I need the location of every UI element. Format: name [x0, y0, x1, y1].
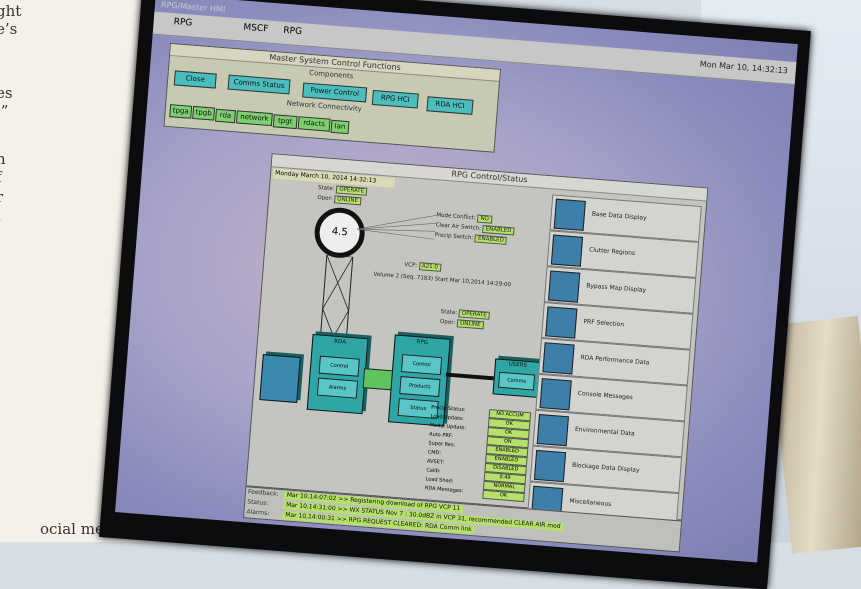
panel-label: Bypass Map Display	[585, 282, 647, 295]
net-button-network[interactable]: network	[235, 110, 273, 127]
state-label: State:	[317, 184, 335, 193]
console-icon	[539, 378, 572, 411]
panel-label: Miscellaneous	[569, 497, 612, 508]
net-button-rda[interactable]: rda	[214, 108, 236, 124]
page-text-line: n	[0, 150, 6, 168]
monitor: RPG/Master HMI RPG MSCF RPG Mon Mar 10, …	[99, 0, 811, 589]
bypass-map-icon	[548, 270, 581, 303]
status-label: Load Shed:	[425, 476, 454, 485]
menu-item-rpg-2[interactable]: RPG	[283, 26, 302, 37]
net-button-tpga[interactable]: tpga	[169, 104, 193, 119]
oper-label: Oper:	[317, 194, 333, 203]
panel-label: Environmental Data	[574, 425, 635, 438]
feedback-label: Feedback:	[247, 488, 279, 498]
vcp-label: VCP:	[404, 261, 418, 269]
status-label: Status:	[246, 498, 269, 508]
rda-rpg-link	[362, 368, 395, 391]
components-label: Components	[308, 68, 354, 81]
radar-image-icon[interactable]	[259, 354, 301, 403]
clutter-map-icon	[550, 234, 584, 267]
clock: Mon Mar 10, 14:32:13	[699, 59, 789, 76]
status-label: CMD:	[427, 449, 442, 457]
page-text-line: es	[0, 84, 13, 102]
rda-oper-field: Oper: ONLINE	[439, 318, 484, 330]
rpg-products-button[interactable]: Products	[399, 376, 441, 398]
rda-box[interactable]: RDA Control Alarms	[306, 333, 369, 415]
rda-control-button[interactable]: Control	[318, 355, 360, 377]
rda-oper-label: Oper:	[439, 318, 456, 327]
vcp-value: A21.0	[418, 262, 442, 272]
page-text-line: ght	[0, 2, 22, 20]
panel-label: Clutter Regions	[588, 246, 636, 258]
rpg-hci-button[interactable]: RPG HCI	[371, 89, 419, 109]
net-button-tpgt[interactable]: tpgt	[272, 114, 298, 130]
users-comms-button[interactable]: Comms	[497, 371, 536, 391]
status-label: Precip Status:	[431, 404, 466, 414]
vcp-field: VCP: A21.0	[404, 261, 442, 272]
alarms-label: Alarms:	[246, 508, 270, 518]
page-text-line: r	[0, 188, 3, 206]
panel-label: Base Data Display	[591, 210, 647, 222]
status-value: OK	[482, 489, 525, 503]
status-label: Load Update:	[430, 413, 465, 423]
oper-value: ONLINE	[333, 195, 362, 206]
rpg-control-status-window: RPG Control/Status Monday March 10, 2014…	[245, 153, 709, 526]
precip-label: Precip Switch:	[434, 232, 474, 242]
rpg-users-link	[445, 372, 496, 381]
status-label: RDA Messages:	[424, 485, 464, 495]
status-table: Precip Status: NO ACCUM Load Update: OK Mo…	[424, 404, 532, 503]
close-button[interactable]: Close	[173, 70, 217, 89]
clear-air-label: Clear Air Switch:	[435, 222, 482, 232]
status-label: Auto PRF:	[428, 431, 454, 440]
users-box-label: USERS	[508, 361, 528, 369]
mode-conflict-value[interactable]: NO	[477, 214, 493, 224]
screen: RPG/Master HMI RPG MSCF RPG Mon Mar 10, …	[115, 0, 798, 563]
rpg-box-label: RPG	[416, 339, 429, 347]
panel-label: Console Messages	[577, 389, 634, 402]
power-control-button[interactable]: Power Control	[302, 82, 368, 103]
radar-beam-lines	[356, 215, 437, 240]
oper-field: Oper: ONLINE	[317, 194, 362, 206]
page-text-line: e’s	[0, 20, 18, 38]
rda-state-value: OPERATE	[458, 309, 490, 320]
environment-icon	[536, 413, 569, 447]
performance-icon	[542, 342, 575, 375]
rda-box-label: RDA	[333, 338, 347, 346]
state-value: OPERATE	[335, 185, 368, 196]
comms-status-button[interactable]: Comms Status	[227, 74, 291, 95]
status-label: AVSET:	[426, 458, 445, 466]
panel-label: PRF Selection	[583, 318, 625, 329]
master-control-window: Master System Control Functions Componen…	[163, 42, 502, 153]
radar-image-icon	[553, 198, 586, 231]
elevation-value: 4.5	[331, 226, 349, 239]
menu-item-rpg[interactable]: RPG	[173, 17, 192, 28]
net-button-tpgb[interactable]: tpgb	[192, 105, 216, 121]
volume-text: Volume 2 (Seq. 7183) Start Mar 10,2014 1…	[373, 271, 512, 289]
prf-icon	[545, 306, 578, 339]
menu-item-mscf[interactable]: MSCF	[243, 23, 269, 35]
rda-oper-value: ONLINE	[456, 319, 484, 330]
net-button-lan[interactable]: lan	[330, 119, 350, 135]
page-text-line: ,”	[0, 102, 9, 120]
net-button-rdacts[interactable]: rdacts	[297, 116, 331, 132]
rda-alarms-button[interactable]: Alarms	[316, 377, 359, 399]
status-label: Calib:	[426, 467, 441, 475]
precip-value[interactable]: ENABLED	[474, 234, 508, 245]
blockage-icon	[533, 449, 567, 483]
page-text-line: f	[0, 168, 2, 186]
rda-hci-button[interactable]: RDA HCI	[426, 96, 474, 115]
rpg-right-panel: Base Data Display Clutter Regions Bypass…	[527, 194, 702, 526]
users-box[interactable]: USERS Comms	[492, 358, 542, 398]
mode-conflict-label: Mode Conflict:	[436, 212, 476, 222]
rda-state-label: State:	[440, 308, 458, 317]
rpg-control-button[interactable]: Control	[400, 354, 443, 376]
status-label: Super Res:	[428, 440, 456, 449]
panel-label: RDA Performance Data	[580, 354, 650, 367]
page-text-line: l	[0, 206, 1, 224]
panel-label: Blockage Data Display	[571, 461, 640, 475]
clear-air-value[interactable]: ENABLED	[482, 225, 515, 236]
